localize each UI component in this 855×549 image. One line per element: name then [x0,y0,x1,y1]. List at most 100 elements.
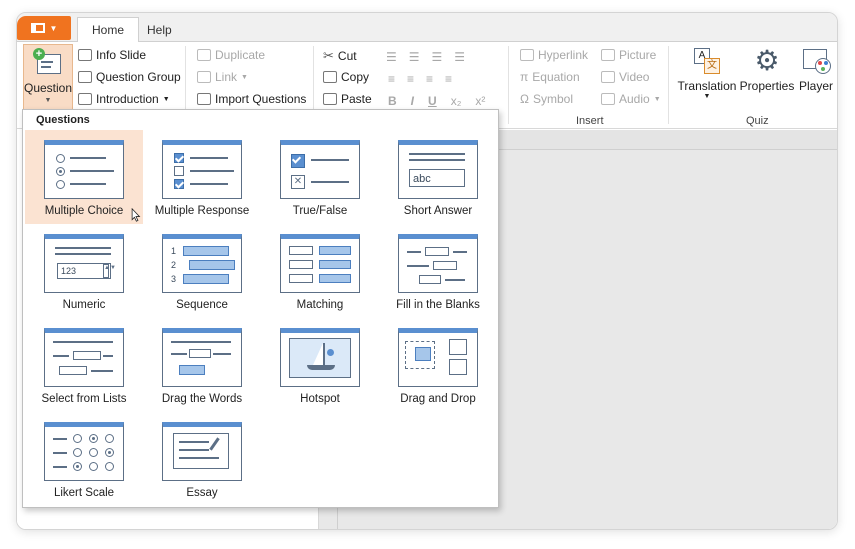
menu-icon [30,23,45,33]
cut-button[interactable]: ✂ Cut [323,48,357,64]
copy-button[interactable]: Copy [323,70,369,84]
palette-icon [801,46,831,76]
tab-home[interactable]: Home [77,17,140,43]
question-type-short-answer[interactable]: abc Short Answer [379,130,497,224]
question-type-label: Multiple Choice [44,205,124,217]
paste-label: Paste [341,92,372,106]
cut-label: Cut [337,49,357,63]
subscript-button[interactable]: x₂ [451,94,462,108]
question-type-multiple-choice[interactable]: Multiple Choice [25,130,143,224]
multiple-response-icon [162,140,242,199]
drag-and-drop-icon [398,328,478,387]
question-type-numeric[interactable]: 123 ▲▼ Numeric [25,224,143,318]
chevron-down-icon: ▼ [44,97,52,104]
question-add-icon: + [33,48,63,78]
import-questions-label: Import Questions [215,92,307,106]
bullet-list-icon[interactable]: ☰ [386,50,397,64]
translation-button[interactable]: A 文 Translation ▼ [676,46,738,100]
import-questions-button[interactable]: Import Questions [197,92,306,106]
question-type-label: Fill in the Blanks [396,299,480,311]
properties-label: Properties [739,79,795,93]
introduction-label: Introduction [96,92,159,106]
picture-label: Picture [619,48,657,62]
outdent-icon[interactable]: ☰ [432,50,443,64]
question-group-icon [78,71,92,83]
tab-help[interactable]: Help [133,17,186,43]
question-type-true-false[interactable]: ✕ True/False [261,130,379,224]
numeric-text: 123 [61,266,77,276]
audio-button[interactable]: Audio ▼ [601,92,661,106]
copy-icon [323,71,337,83]
superscript-button[interactable]: x² [475,94,485,108]
hyperlink-button[interactable]: Hyperlink [520,48,588,62]
question-type-fill-in-the-blanks[interactable]: Fill in the Blanks [379,224,497,318]
question-type-label: Short Answer [403,205,473,217]
seq-num-3: 3 [171,274,177,284]
info-slide-button[interactable]: Info Slide [78,48,146,62]
align-justify-icon[interactable]: ≡ [445,72,452,86]
question-label: Question [23,81,73,95]
tab-bar: ▼ Home Help [17,13,837,43]
video-button[interactable]: Video [601,70,649,84]
seq-num-1: 1 [171,246,177,256]
indent-icon[interactable]: ☰ [454,50,465,64]
sequence-icon: 1 2 3 [162,234,242,293]
video-label: Video [619,70,650,84]
short-answer-text: abc [413,173,431,185]
question-type-select-from-lists[interactable]: Select from Lists [25,318,143,412]
picture-button[interactable]: Picture [601,48,656,62]
player-label: Player [798,79,833,93]
link-button[interactable]: Link ▼ [197,70,248,84]
question-type-likert-scale[interactable]: Likert Scale [25,412,143,506]
question-group-label: Question Group [96,70,181,84]
question-button-content[interactable]: + Question ▼ [23,48,73,104]
italic-button[interactable]: I [411,94,414,108]
duplicate-button[interactable]: Duplicate [197,48,265,62]
bold-button[interactable]: B [388,94,397,108]
info-slide-label: Info Slide [96,48,147,62]
app-menu-button[interactable]: ▼ [17,16,71,40]
question-type-hotspot[interactable]: Hotspot [261,318,379,412]
pi-icon: π [520,70,529,84]
question-type-label: Hotspot [300,393,340,405]
align-center-icon[interactable]: ≡ [407,72,414,86]
question-type-label: Essay [186,487,218,499]
chevron-down-icon: ▼ [703,93,711,100]
equation-button[interactable]: π Equation [520,70,580,84]
question-type-matching[interactable]: Matching [261,224,379,318]
align-left-icon[interactable]: ≡ [388,72,395,86]
duplicate-icon [197,49,211,61]
dropdown-title: Questions [36,114,90,126]
question-type-drag-and-drop[interactable]: Drag and Drop [379,318,497,412]
question-type-sequence[interactable]: 1 2 3 Sequence [143,224,261,318]
question-type-label: Matching [296,299,344,311]
video-icon [601,71,615,83]
introduction-button[interactable]: Introduction ▼ [78,92,170,106]
align-right-icon[interactable]: ≡ [426,72,433,86]
true-false-icon: ✕ [280,140,360,199]
player-button[interactable]: Player [796,46,836,93]
question-type-essay[interactable]: Essay [143,412,261,506]
audio-label: Audio [619,92,650,106]
translation-icon: A 文 [692,46,722,76]
symbol-button[interactable]: Ω Symbol [520,92,573,106]
speaker-icon [601,93,615,105]
question-type-label: Sequence [176,299,228,311]
question-type-label: Numeric [62,299,106,311]
chevron-down-icon: ▼ [162,95,170,103]
seq-num-2: 2 [171,260,177,270]
likert-scale-icon [44,422,124,481]
chevron-down-icon: ▼ [653,95,661,103]
equation-label: Equation [532,70,580,84]
question-type-drag-the-words[interactable]: Drag the Words [143,318,261,412]
question-group-button[interactable]: Question Group [78,70,181,84]
underline-button[interactable]: U [428,94,437,108]
chevron-down-icon: ▼ [241,73,248,81]
align-buttons: ≡ ≡ ≡ ≡ [388,72,452,86]
info-slide-icon [78,49,92,61]
select-from-lists-icon [44,328,124,387]
paste-button[interactable]: Paste [323,92,372,106]
question-type-multiple-response[interactable]: Multiple Response [143,130,261,224]
numbered-list-icon[interactable]: ☰ [409,50,420,64]
properties-button[interactable]: ⚙ Properties [739,46,795,94]
